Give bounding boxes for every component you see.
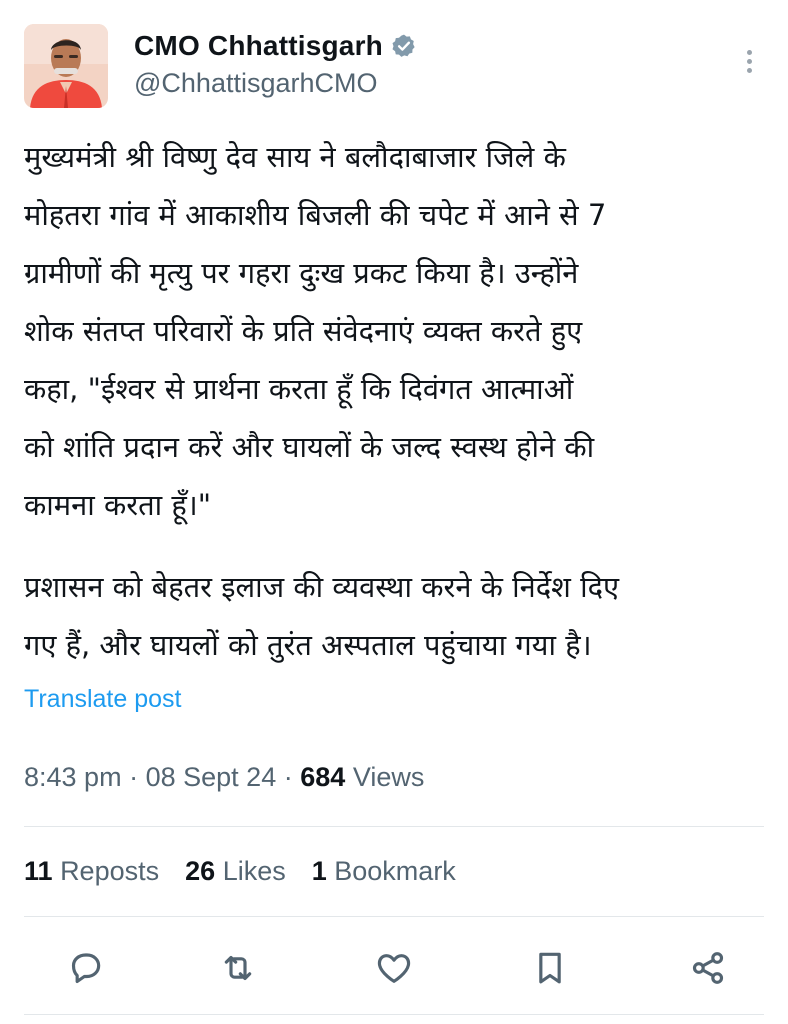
- repost-button[interactable]: [216, 946, 260, 990]
- reply-icon: [71, 953, 101, 984]
- tweet-meta: 8:43 pm · 08 Sept 24 · 684 Views: [24, 762, 424, 793]
- tweet-text-paragraph-1: मुख्यमंत्री श्री विष्णु देव साय ने बलौदा…: [24, 140, 607, 522]
- reposts-stat[interactable]: 11 Reposts: [24, 856, 159, 887]
- translate-post-link[interactable]: Translate post: [24, 685, 181, 714]
- tweet-time[interactable]: 8:43 pm: [24, 762, 122, 792]
- likes-label: Likes: [222, 856, 286, 886]
- views-label[interactable]: Views: [353, 762, 425, 792]
- bookmark-button[interactable]: [528, 946, 572, 990]
- views-count[interactable]: 684: [300, 762, 345, 792]
- like-button[interactable]: [372, 946, 416, 990]
- reply-button[interactable]: [64, 946, 108, 990]
- reposts-count: 11: [24, 856, 53, 886]
- likes-count: 26: [185, 856, 216, 886]
- meta-separator: ·: [283, 762, 293, 792]
- reposts-label: Reposts: [60, 856, 160, 886]
- share-button[interactable]: [686, 946, 730, 990]
- tweet-header: CMO Chhattisgarh @ChhattisgarhCMO: [24, 24, 764, 108]
- share-icon: [692, 952, 724, 984]
- verified-badge-icon: [391, 33, 417, 59]
- more-vertical-icon[interactable]: [734, 44, 764, 78]
- action-bar: [24, 938, 764, 998]
- bookmarks-stat[interactable]: 1 Bookmark: [312, 856, 456, 887]
- tweet-date[interactable]: 08 Sept 24: [146, 762, 277, 792]
- tweet-text-paragraph-2: प्रशासन को बेहतर इलाज की व्यवस्था करने क…: [24, 570, 620, 662]
- avatar[interactable]: [24, 24, 108, 108]
- bookmarks-label: Bookmark: [334, 856, 456, 886]
- bookmarks-count: 1: [311, 856, 327, 886]
- engagement-stats: 11 Reposts 26 Likes 1 Bookmark: [24, 856, 456, 887]
- repost-icon: [224, 955, 252, 981]
- divider: [24, 1014, 764, 1015]
- author-name-row: CMO Chhattisgarh: [134, 30, 417, 62]
- meta-separator: ·: [129, 762, 139, 792]
- author-handle[interactable]: @ChhattisgarhCMO: [134, 68, 378, 99]
- author-name[interactable]: CMO Chhattisgarh: [134, 30, 383, 62]
- likes-stat[interactable]: 26 Likes: [185, 856, 286, 887]
- bookmark-icon: [539, 952, 561, 984]
- divider: [24, 916, 764, 917]
- like-icon: [377, 954, 411, 983]
- divider: [24, 826, 764, 827]
